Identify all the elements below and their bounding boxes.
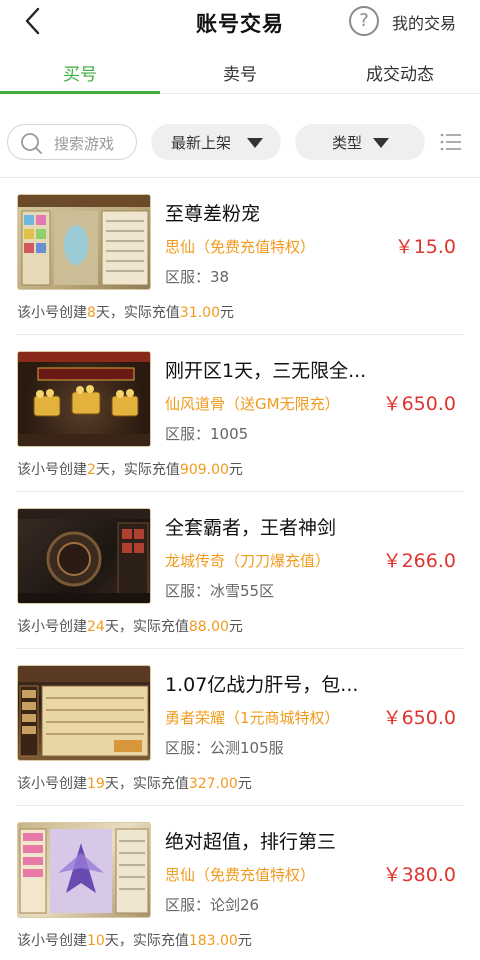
- meta-text: 天，实际充值: [95, 305, 180, 321]
- caret-down-icon: [373, 138, 389, 148]
- game-name: 仙风道骨（送GM无限充）: [165, 395, 340, 413]
- days-value: 19: [87, 776, 105, 792]
- listing-title: 刚开区1天，三无限全...: [165, 360, 367, 382]
- question-circle-icon: ?: [359, 10, 369, 31]
- account-meta: 该小号创建19天，实际充值327.00元: [17, 773, 252, 793]
- server-label: 区服：论剑26: [165, 896, 260, 914]
- listing-price: ￥650.0: [382, 393, 456, 415]
- listing-price: ￥266.0: [382, 550, 456, 572]
- meta-text: 天，实际充值: [104, 619, 189, 635]
- listing-item[interactable]: 1.07亿战力肝号，包... 勇者荣耀（1元商城特权） 区服：公测105服 ￥6…: [0, 649, 480, 806]
- listing-title: 至尊差粉宠: [165, 203, 261, 225]
- type-dropdown[interactable]: 类型: [295, 124, 425, 160]
- listing-title: 1.07亿战力肝号，包...: [165, 674, 359, 696]
- type-label: 类型: [332, 134, 363, 152]
- recharge-value: 31.00: [179, 305, 221, 321]
- account-meta: 该小号创建10天，实际充值183.00元: [17, 930, 252, 950]
- game-name: 思仙（免费充值特权）: [165, 866, 316, 884]
- account-meta: 该小号创建2天，实际充值909.00元: [17, 459, 243, 479]
- game-name: 勇者荣耀（1元商城特权）: [165, 709, 340, 727]
- tab-sell[interactable]: 卖号: [160, 60, 320, 85]
- meta-text: 天，实际充值: [104, 933, 189, 949]
- account-meta: 该小号创建24天，实际充值88.00元: [17, 616, 243, 636]
- server-label: 区服：冰雪55区: [165, 582, 275, 600]
- game-screenshot-thumbnail: [17, 351, 151, 447]
- recharge-value: 327.00: [188, 776, 238, 792]
- game-screenshot-thumbnail: [17, 665, 151, 761]
- help-button[interactable]: ?: [349, 6, 379, 36]
- listing-item[interactable]: 全套霸者，王者神剑 龙城传奇（刀刀爆充值） 区服：冰雪55区 ￥266.0 该小…: [0, 492, 480, 649]
- game-name: 思仙（免费充值特权）: [165, 238, 316, 256]
- meta-text: 该小号创建: [17, 462, 87, 478]
- meta-text: 元: [237, 933, 252, 949]
- search-input[interactable]: 搜索游戏: [7, 124, 137, 160]
- my-trades-link[interactable]: 我的交易: [392, 10, 456, 34]
- game-name: 龙城传奇（刀刀爆充值）: [165, 552, 331, 570]
- account-meta: 该小号创建8天，实际充值31.00元: [17, 302, 234, 322]
- listing-item[interactable]: 刚开区1天，三无限全... 仙风道骨（送GM无限充） 区服：1005 ￥650.…: [0, 335, 480, 492]
- sort-label: 最新上架: [171, 134, 232, 152]
- meta-text: 元: [237, 776, 252, 792]
- listing-price: ￥650.0: [382, 707, 456, 729]
- game-screenshot-thumbnail: [17, 822, 151, 918]
- recharge-value: 909.00: [179, 462, 229, 478]
- caret-down-icon: [247, 138, 263, 148]
- meta-text: 该小号创建: [17, 305, 87, 321]
- filter-bar: 搜索游戏 最新上架 类型: [0, 106, 480, 178]
- listing-title: 绝对超值，排行第三: [165, 831, 337, 853]
- active-tab-indicator: [0, 91, 160, 94]
- search-placeholder: 搜索游戏: [54, 135, 115, 153]
- game-screenshot-thumbnail: [17, 508, 151, 604]
- game-screenshot-art: [19, 828, 149, 914]
- days-value: 10: [87, 933, 105, 949]
- game-screenshot-art: [18, 509, 150, 603]
- listing-item[interactable]: 绝对超值，排行第三 思仙（免费充值特权） 区服：论剑26 ￥380.0 该小号创…: [0, 806, 480, 960]
- sort-dropdown[interactable]: 最新上架: [151, 124, 281, 160]
- listing-price: ￥380.0: [382, 864, 456, 886]
- meta-text: 天，实际充值: [95, 462, 180, 478]
- listing-item[interactable]: 至尊差粉宠 思仙（免费充值特权） 区服：38 ￥15.0 该小号创建8天，实际充…: [0, 178, 480, 335]
- days-value: 8: [87, 305, 96, 321]
- server-label: 区服：1005: [165, 425, 249, 443]
- listing-title: 全套霸者，王者神剑: [165, 517, 337, 539]
- days-value: 24: [87, 619, 105, 635]
- server-label: 区服：公测105服: [165, 739, 284, 757]
- meta-text: 元: [228, 619, 243, 635]
- recharge-value: 183.00: [188, 933, 238, 949]
- meta-text: 该小号创建: [17, 776, 87, 792]
- recharge-value: 88.00: [188, 619, 229, 635]
- tab-bar: 买号 卖号 成交动态: [0, 50, 480, 94]
- server-label: 区服：38: [165, 268, 230, 286]
- days-value: 2: [87, 462, 96, 478]
- game-screenshot-art: [18, 666, 150, 757]
- game-screenshot-art: [18, 352, 150, 446]
- meta-text: 该小号创建: [17, 619, 87, 635]
- search-icon: [21, 133, 42, 154]
- game-screenshot-thumbnail: [17, 194, 151, 290]
- meta-text: 该小号创建: [17, 933, 87, 949]
- list-view-icon[interactable]: [440, 132, 462, 152]
- app-header: 账号交易 ? 我的交易: [0, 0, 480, 42]
- meta-text: 元: [228, 462, 243, 478]
- tab-buy[interactable]: 买号: [0, 60, 160, 85]
- tab-deals[interactable]: 成交动态: [320, 60, 480, 85]
- meta-text: 元: [220, 305, 235, 321]
- meta-text: 天，实际充值: [104, 776, 189, 792]
- game-screenshot-art: [18, 195, 150, 286]
- listing-price: ￥15.0: [394, 236, 456, 258]
